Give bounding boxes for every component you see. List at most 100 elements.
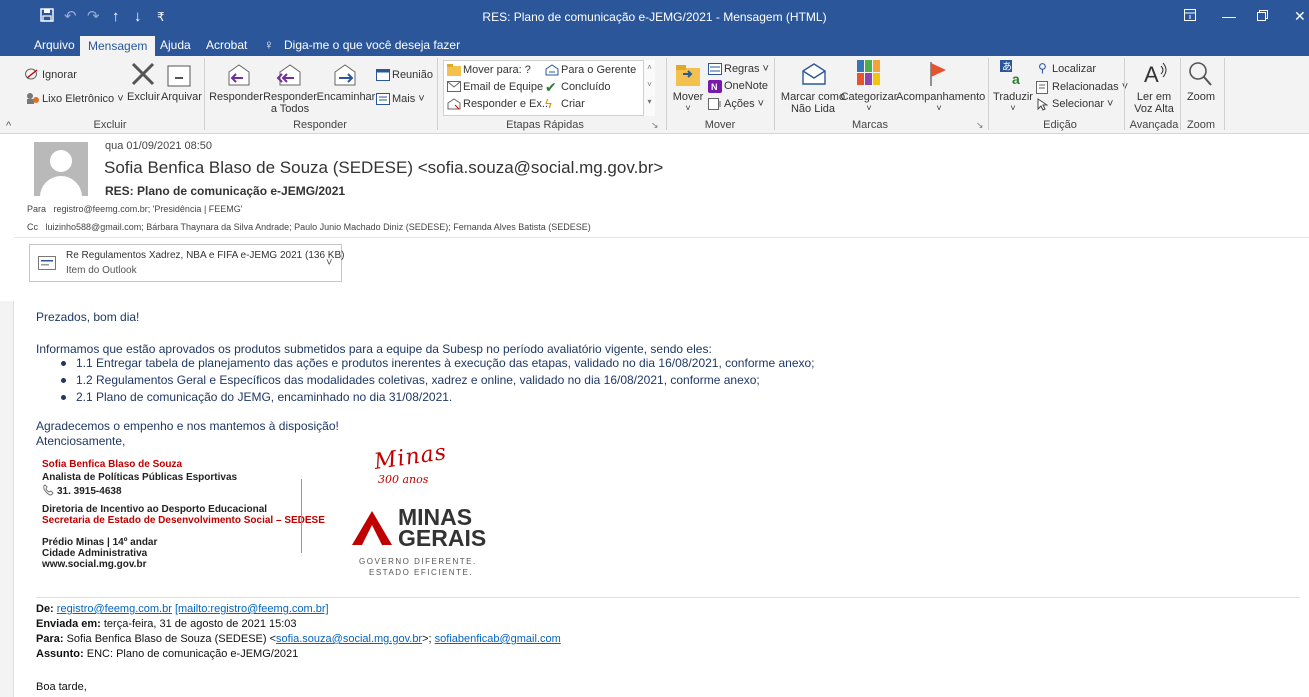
group-separator: [774, 58, 775, 130]
junk-icon: [25, 92, 39, 107]
excluir-button[interactable]: Excluir: [127, 91, 160, 103]
chevron-down-icon[interactable]: ˅: [326, 257, 332, 269]
signature-divider: [301, 479, 302, 553]
group-label-etapas: Etapas Rápidas: [506, 119, 584, 131]
onenote-button[interactable]: OneNote: [724, 80, 768, 92]
ribbon-display-options-icon[interactable]: [1184, 8, 1196, 24]
regards-text: Atenciosamente,: [36, 434, 126, 448]
lixo-eletronico-button[interactable]: Lixo Eletrônico ˅: [42, 93, 124, 105]
logo-years: 300 anos: [378, 473, 429, 486]
para-gerente-step[interactable]: Para o Gerente: [561, 64, 636, 76]
responder-ex-step[interactable]: Responder e Ex...: [463, 98, 551, 110]
list-item: 2.1 Plano de comunicação do JEMG, encami…: [76, 390, 453, 404]
close-icon[interactable]: ✕: [1294, 8, 1306, 25]
greeting: Prezados, bom dia!: [36, 310, 140, 324]
to-email-link-1[interactable]: sofia.souza@social.mg.gov.br: [276, 633, 422, 645]
to-label: Para: [27, 204, 47, 214]
thanks-text: Agradecemos o empenho e nos mantemos à d…: [36, 419, 339, 433]
message-header: qua 01/09/2021 08:50 Sofia Benfica Blaso…: [0, 134, 1309, 301]
group-label-mover: Mover: [704, 119, 736, 131]
search-icon: ⚲: [1038, 61, 1047, 75]
quick-steps-scroll[interactable]: ˄ ˅ ▾: [643, 60, 655, 116]
forward-icon: [331, 62, 359, 91]
acoes-button[interactable]: Ações ˅: [724, 98, 764, 110]
message-body: Prezados, bom dia! Informamos que estão …: [0, 301, 1309, 697]
encaminhar-button[interactable]: Encaminhar: [314, 91, 378, 103]
signature-site[interactable]: www.social.mg.gov.br: [42, 559, 146, 570]
mover-para-step[interactable]: Mover para: ?: [463, 64, 531, 76]
intro-paragraph: Informamos que estão aprovados os produt…: [36, 342, 712, 356]
attachment-name: Re Regulamentos Xadrez, NBA e FIFA e-JEM…: [66, 250, 345, 261]
tab-arquivo[interactable]: Arquivo: [26, 34, 83, 56]
mover-button[interactable]: Mover ˅: [670, 91, 706, 113]
group-separator: [437, 58, 438, 130]
svg-text:A: A: [1144, 62, 1159, 87]
tab-ajuda[interactable]: Ajuda: [152, 34, 199, 56]
translate-icon: あa: [1000, 60, 1024, 91]
cc-recipients[interactable]: luizinho588@gmail.com; Bárbara Thaynara …: [46, 222, 591, 232]
responder-button[interactable]: Responder: [204, 91, 268, 103]
minimize-icon[interactable]: —: [1222, 8, 1236, 24]
tab-acrobat[interactable]: Acrobat: [198, 34, 255, 56]
ribbon: Ignorar Lixo Eletrônico ˅ Excluir Arquiv…: [0, 56, 1309, 134]
from-email-link[interactable]: registro@feemg.com.br: [57, 603, 172, 615]
localizar-button[interactable]: Localizar: [1052, 63, 1096, 75]
categorizar-button[interactable]: Categorizar ˅: [838, 91, 900, 113]
forward-from: De: registro@feemg.com.br [mailto:regist…: [36, 603, 329, 615]
mailto-link[interactable]: [mailto:registro@feemg.com.br]: [175, 603, 329, 615]
forward-subject: Assunto: ENC: Plano de comunicação e-JEM…: [36, 648, 299, 660]
dialog-launcher-icon[interactable]: ↘: [651, 120, 659, 131]
attachment[interactable]: Re Regulamentos Xadrez, NBA e FIFA e-JEM…: [29, 244, 345, 282]
read-aloud-icon: A: [1143, 60, 1169, 91]
reply-delete-icon: [447, 98, 461, 113]
categorize-icon: [857, 60, 881, 89]
to-recipients[interactable]: registro@feemg.com.br; 'Presidência | FE…: [54, 204, 243, 214]
traduzir-button[interactable]: Traduzir ˅: [992, 91, 1034, 113]
cc-label: Cc: [27, 222, 38, 232]
mark-unread-icon: [801, 61, 827, 90]
manager-icon: [545, 64, 559, 79]
check-icon: ✔: [545, 79, 557, 95]
responder-todos-button[interactable]: Responder a Todos: [262, 91, 318, 115]
svg-text:a: a: [1012, 71, 1020, 87]
restore-icon[interactable]: [1257, 8, 1268, 24]
ignore-icon: [25, 68, 39, 83]
relacionadas-button[interactable]: Relacionadas ˅: [1052, 81, 1128, 93]
arquivar-button[interactable]: Arquivar: [161, 91, 202, 103]
title-bar: ↶ ↷ ↑ ↓ ₹ RES: Plano de comunicação e-JE…: [0, 0, 1309, 34]
cursor-icon: [1036, 98, 1049, 114]
reply-all-icon: [274, 62, 304, 91]
dialog-launcher-icon[interactable]: ↘: [976, 120, 984, 131]
mais-button[interactable]: Mais ˅: [392, 93, 425, 105]
email-equipe-step[interactable]: Email de Equipe: [463, 81, 543, 93]
acompanhamento-button[interactable]: Acompanhamento ˅: [896, 91, 985, 113]
selecionar-button[interactable]: Selecionar ˅: [1052, 98, 1113, 110]
criar-step[interactable]: Criar: [561, 98, 585, 110]
signature-role: Analista de Políticas Públicas Esportiva…: [42, 472, 238, 483]
logo-gerais: GERAIS: [398, 525, 487, 551]
ler-voz-alta-button[interactable]: Ler em Voz Alta: [1128, 91, 1180, 115]
delete-icon: [130, 61, 156, 90]
collapse-ribbon-icon[interactable]: ^: [6, 120, 11, 132]
attachment-type: Item do Outlook: [66, 265, 137, 276]
move-folder-icon: [675, 60, 701, 91]
rules-icon: [708, 63, 722, 78]
divider: [14, 237, 1309, 238]
group-label-edicao: Edição: [1043, 119, 1077, 131]
group-label-excluir: Excluir: [93, 119, 127, 131]
concluido-step[interactable]: Concluído: [561, 81, 611, 93]
group-label-marcas: Marcas: [851, 119, 889, 131]
zoom-button[interactable]: Zoom: [1182, 91, 1220, 103]
tell-me-search[interactable]: Diga-me o que você deseja fazer: [276, 34, 468, 56]
sender[interactable]: Sofia Benfica Blaso de Souza (SEDESE) <s…: [104, 158, 663, 178]
signature-name: Sofia Benfica Blaso de Souza: [42, 459, 183, 470]
tab-mensagem[interactable]: Mensagem: [80, 36, 156, 56]
regras-button[interactable]: Regras ˅: [724, 63, 769, 75]
forward-closing: Boa tarde,: [36, 681, 87, 693]
email-icon: [447, 81, 461, 95]
reuniao-button[interactable]: Reunião: [392, 69, 433, 81]
zoom-icon: [1188, 61, 1212, 90]
ignorar-button[interactable]: Ignorar: [42, 69, 77, 81]
signature-dept: Diretoria de Incentivo ao Desporto Educa…: [42, 504, 268, 515]
to-email-link-2[interactable]: sofiabenficab@gmail.com: [435, 633, 561, 645]
